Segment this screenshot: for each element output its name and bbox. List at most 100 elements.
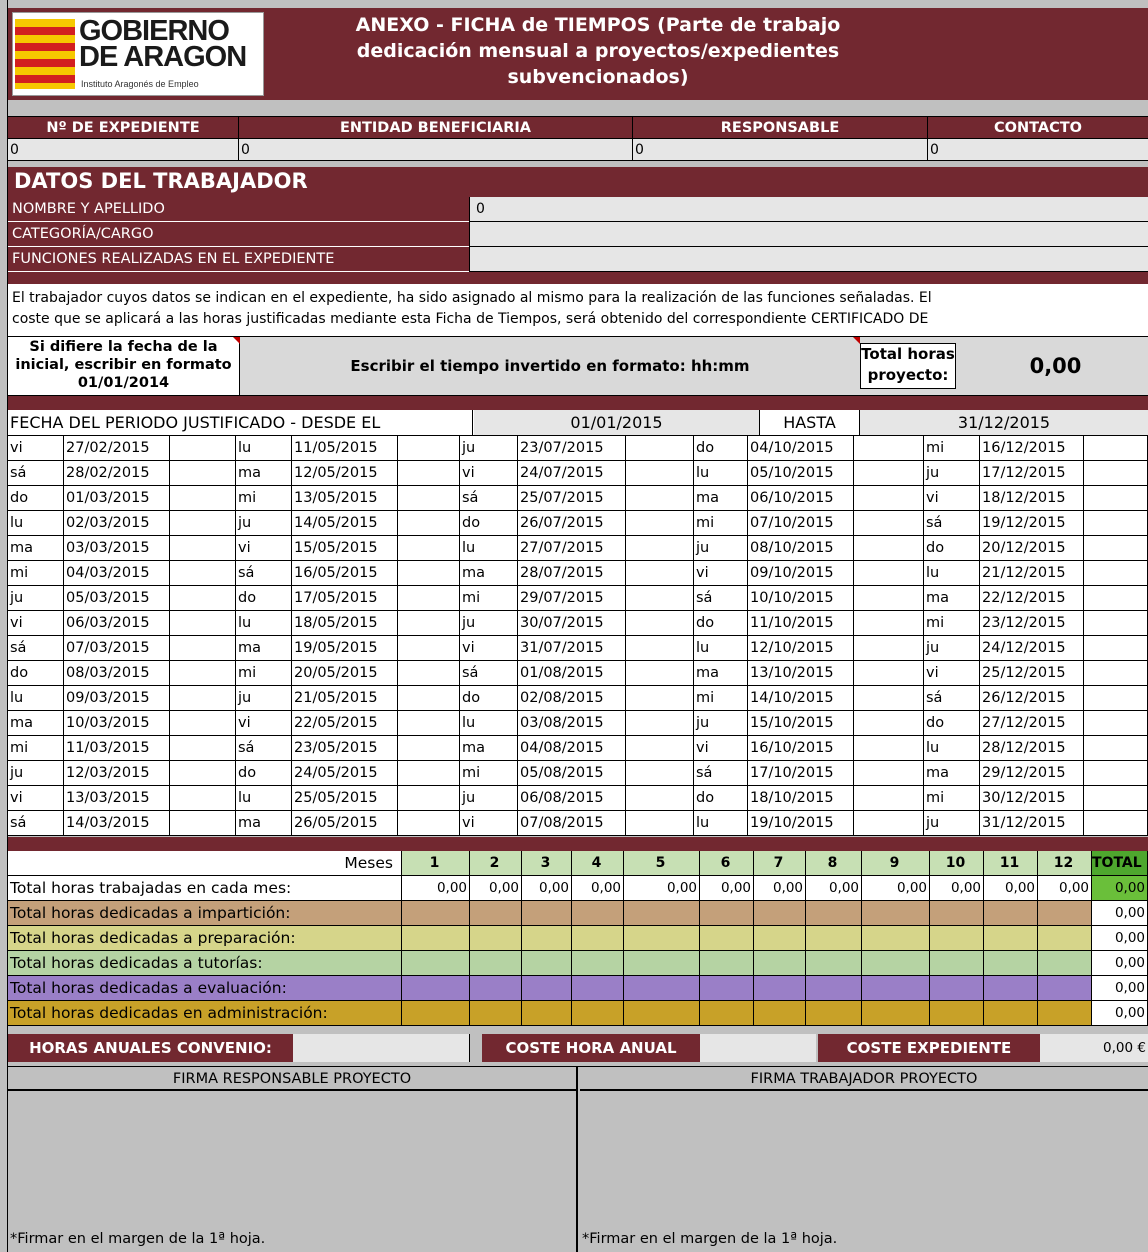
hours-input-cell[interactable]	[398, 636, 460, 661]
hours-input-cell[interactable]	[854, 811, 924, 836]
hours-input-cell[interactable]	[1084, 811, 1148, 836]
hours-input-cell[interactable]	[626, 786, 694, 811]
hours-input-cell[interactable]	[854, 461, 924, 486]
month-value[interactable]	[700, 951, 754, 976]
worker-name-value[interactable]: 0	[469, 197, 1148, 222]
month-value[interactable]	[862, 901, 930, 926]
month-value[interactable]	[402, 951, 470, 976]
month-value[interactable]	[862, 1001, 930, 1026]
hours-input-cell[interactable]	[854, 611, 924, 636]
month-value[interactable]	[930, 926, 984, 951]
sign-left-box[interactable]: FIRMA RESPONSABLE PROYECTO *Firmar en el…	[8, 1067, 578, 1252]
month-value[interactable]	[572, 976, 624, 1001]
month-value[interactable]	[624, 1001, 700, 1026]
hours-input-cell[interactable]	[398, 511, 460, 536]
hours-input-cell[interactable]	[854, 586, 924, 611]
month-value[interactable]	[862, 976, 930, 1001]
month-value[interactable]	[402, 901, 470, 926]
hours-input-cell[interactable]	[1084, 536, 1148, 561]
hours-input-cell[interactable]	[1084, 486, 1148, 511]
month-value[interactable]	[522, 951, 572, 976]
hours-input-cell[interactable]	[626, 736, 694, 761]
month-value[interactable]	[470, 926, 522, 951]
hours-input-cell[interactable]	[626, 486, 694, 511]
month-value[interactable]	[754, 951, 806, 976]
hours-convenio-value[interactable]	[293, 1034, 470, 1062]
month-value[interactable]	[402, 1001, 470, 1026]
month-value[interactable]	[522, 926, 572, 951]
entidad-value[interactable]: 0	[239, 139, 633, 161]
month-value[interactable]	[522, 901, 572, 926]
month-value[interactable]	[930, 901, 984, 926]
hours-input-cell[interactable]	[170, 436, 236, 461]
hours-input-cell[interactable]	[170, 786, 236, 811]
hours-input-cell[interactable]	[854, 511, 924, 536]
hour-cost-value[interactable]	[700, 1034, 816, 1062]
hours-input-cell[interactable]	[1084, 686, 1148, 711]
hours-input-cell[interactable]	[398, 586, 460, 611]
hours-input-cell[interactable]	[626, 536, 694, 561]
month-value[interactable]	[522, 976, 572, 1001]
month-value[interactable]	[572, 1001, 624, 1026]
hours-input-cell[interactable]	[170, 461, 236, 486]
hours-input-cell[interactable]	[398, 661, 460, 686]
hours-input-cell[interactable]	[170, 636, 236, 661]
hours-input-cell[interactable]	[1084, 611, 1148, 636]
hours-input-cell[interactable]	[170, 561, 236, 586]
hours-input-cell[interactable]	[1084, 586, 1148, 611]
month-value[interactable]	[402, 976, 470, 1001]
hours-input-cell[interactable]	[854, 661, 924, 686]
month-value[interactable]	[806, 976, 862, 1001]
hours-input-cell[interactable]	[854, 636, 924, 661]
month-value[interactable]	[572, 901, 624, 926]
hours-input-cell[interactable]	[398, 486, 460, 511]
hours-input-cell[interactable]	[626, 761, 694, 786]
responsable-value[interactable]: 0	[633, 139, 928, 161]
hours-input-cell[interactable]	[398, 561, 460, 586]
month-value[interactable]	[806, 901, 862, 926]
sign-right-box[interactable]: FIRMA TRABAJADOR PROYECTO *Firmar en el …	[580, 1067, 1148, 1252]
hours-input-cell[interactable]	[170, 611, 236, 636]
hours-input-cell[interactable]	[170, 711, 236, 736]
month-value[interactable]	[572, 926, 624, 951]
month-value[interactable]	[862, 926, 930, 951]
month-value[interactable]	[754, 1001, 806, 1026]
month-value[interactable]	[522, 1001, 572, 1026]
hours-input-cell[interactable]	[626, 686, 694, 711]
month-value[interactable]	[984, 901, 1038, 926]
hours-input-cell[interactable]	[1084, 736, 1148, 761]
hours-input-cell[interactable]	[398, 461, 460, 486]
hours-input-cell[interactable]	[170, 661, 236, 686]
hours-input-cell[interactable]	[1084, 561, 1148, 586]
hours-input-cell[interactable]	[398, 686, 460, 711]
hours-input-cell[interactable]	[854, 786, 924, 811]
hours-input-cell[interactable]	[854, 736, 924, 761]
month-value[interactable]	[806, 951, 862, 976]
month-value[interactable]	[930, 1001, 984, 1026]
month-value[interactable]	[624, 926, 700, 951]
month-value[interactable]	[572, 951, 624, 976]
month-value[interactable]	[1038, 951, 1092, 976]
month-value[interactable]	[470, 976, 522, 1001]
month-value[interactable]	[700, 976, 754, 1001]
period-from[interactable]: 01/01/2015	[474, 410, 760, 435]
month-value[interactable]	[806, 1001, 862, 1026]
month-value[interactable]	[1038, 901, 1092, 926]
hours-input-cell[interactable]	[626, 586, 694, 611]
hours-input-cell[interactable]	[170, 536, 236, 561]
month-value[interactable]	[700, 1001, 754, 1026]
month-value[interactable]	[862, 951, 930, 976]
hours-input-cell[interactable]	[1084, 661, 1148, 686]
hours-input-cell[interactable]	[170, 736, 236, 761]
hours-input-cell[interactable]	[170, 811, 236, 836]
month-value[interactable]	[470, 951, 522, 976]
hours-input-cell[interactable]	[1084, 636, 1148, 661]
hours-input-cell[interactable]	[626, 611, 694, 636]
hours-input-cell[interactable]	[1084, 711, 1148, 736]
hours-input-cell[interactable]	[170, 486, 236, 511]
hours-input-cell[interactable]	[854, 561, 924, 586]
month-value[interactable]	[1038, 976, 1092, 1001]
hours-input-cell[interactable]	[626, 711, 694, 736]
month-value[interactable]	[806, 926, 862, 951]
hours-input-cell[interactable]	[854, 711, 924, 736]
